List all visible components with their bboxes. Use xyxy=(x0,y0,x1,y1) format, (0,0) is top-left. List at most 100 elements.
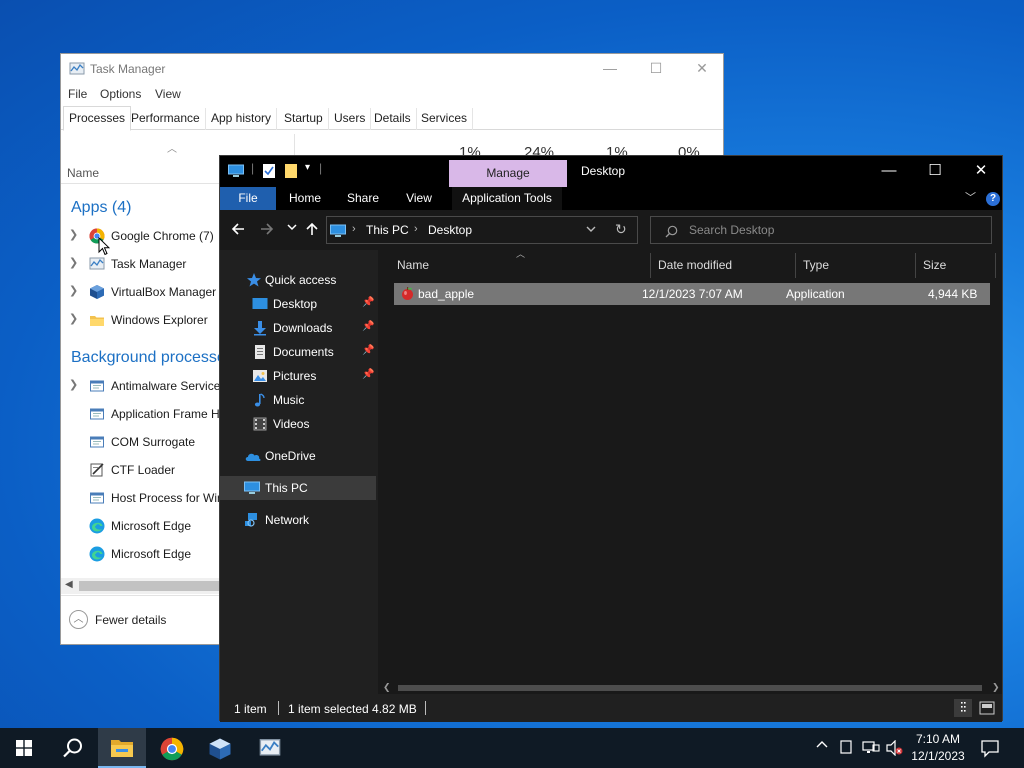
expand-chevron-icon[interactable]: ❯ xyxy=(69,284,78,297)
nav-desktop[interactable]: Desktop 📌 xyxy=(220,292,376,316)
process-row-ctf-loader[interactable]: CTF Loader xyxy=(61,457,221,485)
close-button[interactable]: ✕ xyxy=(679,54,725,84)
taskbar-task-manager[interactable] xyxy=(246,728,294,768)
breadcrumb-separator-icon[interactable]: › xyxy=(352,223,356,235)
ribbon-tab-home[interactable]: Home xyxy=(282,187,328,210)
show-hidden-icons-chevron-icon[interactable] xyxy=(816,739,828,754)
notifications-icon[interactable] xyxy=(980,738,1000,761)
nav-onedrive[interactable]: OneDrive xyxy=(220,444,376,468)
expand-chevron-icon[interactable]: ❯ xyxy=(69,228,78,241)
process-row-edge[interactable]: Microsoft Edge xyxy=(61,541,221,569)
ribbon-tab-file[interactable]: File xyxy=(220,187,276,210)
process-row-windows-explorer[interactable]: ❯ Windows Explorer xyxy=(61,307,221,335)
tab-details[interactable]: Details xyxy=(369,108,417,130)
ribbon-tab-share[interactable]: Share xyxy=(338,187,388,210)
horizontal-scrollbar[interactable]: ❮ ❯ xyxy=(378,682,1002,694)
breadcrumb-separator-icon[interactable]: › xyxy=(414,223,418,235)
qat-dropdown-icon[interactable]: ▾ xyxy=(305,162,310,173)
expand-chevron-icon[interactable]: ❯ xyxy=(69,256,78,269)
process-row-chrome[interactable]: ❯ Google Chrome (7) xyxy=(61,223,221,251)
nav-downloads[interactable]: Downloads 📌 xyxy=(220,316,376,340)
chevron-down-icon[interactable]: ﹀ xyxy=(965,189,976,205)
taskbar-chrome[interactable] xyxy=(148,728,196,768)
scroll-left-arrow-icon[interactable]: ❮ xyxy=(383,682,391,693)
taskbar-virtualbox[interactable] xyxy=(196,728,244,768)
breadcrumb-this-pc[interactable]: This PC xyxy=(366,223,409,237)
clock-date[interactable]: 12/1/2023 xyxy=(908,749,968,763)
maximize-button[interactable]: ☐ xyxy=(633,54,679,84)
scroll-thumb[interactable] xyxy=(79,581,221,591)
process-row-edge[interactable]: Microsoft Edge xyxy=(61,513,221,541)
scroll-thumb[interactable] xyxy=(398,685,982,691)
help-icon[interactable]: ? xyxy=(986,192,1000,206)
refresh-icon[interactable]: ↻ xyxy=(615,221,627,238)
ribbon-tab-application-tools[interactable]: Application Tools xyxy=(452,187,562,210)
nav-quick-access[interactable]: Quick access xyxy=(220,268,376,292)
address-bar[interactable]: › This PC › Desktop ↻ xyxy=(326,216,638,244)
close-button[interactable]: ✕ xyxy=(958,156,1004,187)
nav-network[interactable]: Network xyxy=(220,508,376,532)
column-header-type[interactable]: Type xyxy=(803,250,829,280)
new-folder-icon[interactable] xyxy=(284,163,298,179)
process-row-virtualbox[interactable]: ❯ VirtualBox Manager xyxy=(61,279,221,307)
file-explorer-window[interactable]: | ▾ | Manage Desktop — ☐ ✕ File Home Sha… xyxy=(219,155,1003,722)
tab-startup[interactable]: Startup xyxy=(279,108,329,130)
manage-context-tab[interactable]: Manage xyxy=(449,160,567,187)
ribbon-tab-view[interactable]: View xyxy=(396,187,442,210)
process-row-app-frame-host[interactable]: Application Frame Host xyxy=(61,401,236,429)
search-input[interactable] xyxy=(689,221,979,239)
address-dropdown-icon[interactable] xyxy=(586,223,596,235)
large-icons-view-icon[interactable] xyxy=(978,699,996,717)
column-header-name[interactable]: Name xyxy=(397,250,429,280)
nav-documents[interactable]: Documents 📌 xyxy=(220,340,376,364)
tab-performance[interactable]: Performance xyxy=(126,108,206,130)
recent-locations-chevron-icon[interactable] xyxy=(287,221,297,233)
minimize-button[interactable]: — xyxy=(587,54,633,84)
process-row-com-surrogate[interactable]: COM Surrogate xyxy=(61,429,221,457)
clock-time[interactable]: 7:10 AM xyxy=(912,732,964,746)
up-arrow-icon[interactable] xyxy=(305,220,319,238)
horizontal-scrollbar[interactable]: ◀ xyxy=(61,578,221,594)
breadcrumb-desktop[interactable]: Desktop xyxy=(428,223,472,237)
process-row-task-manager[interactable]: ❯ Task Manager xyxy=(61,251,221,279)
maximize-button[interactable]: ☐ xyxy=(912,156,958,187)
file-row-bad-apple[interactable]: bad_apple 12/1/2023 7:07 AM Application … xyxy=(394,283,990,305)
process-row-host-process[interactable]: Host Process for Windows Tasks xyxy=(61,485,286,513)
column-divider[interactable] xyxy=(795,253,796,278)
column-header-name[interactable]: Name xyxy=(67,166,99,180)
task-manager-titlebar[interactable]: Task Manager — ☐ ✕ xyxy=(61,54,723,84)
menu-view[interactable]: View xyxy=(155,87,181,101)
search-box[interactable] xyxy=(650,216,992,244)
details-view-icon[interactable] xyxy=(954,699,972,717)
explorer-titlebar[interactable]: | ▾ | Manage Desktop — ☐ ✕ xyxy=(220,156,1002,187)
expand-chevron-icon[interactable]: ❯ xyxy=(69,312,78,325)
column-divider[interactable] xyxy=(995,253,996,278)
properties-icon[interactable] xyxy=(262,163,276,179)
column-divider[interactable] xyxy=(915,253,916,278)
nav-this-pc[interactable]: This PC xyxy=(220,476,376,500)
tab-app-history[interactable]: App history xyxy=(206,108,278,130)
file-list[interactable]: Name ︿ Date modified Type Size bad_apple… xyxy=(378,249,1002,694)
scroll-right-arrow-icon[interactable]: ❯ xyxy=(992,682,1000,693)
forward-arrow-icon[interactable] xyxy=(260,220,274,238)
tab-processes[interactable]: Processes xyxy=(63,106,132,131)
taskbar-file-explorer[interactable] xyxy=(98,728,146,768)
volume-muted-icon[interactable] xyxy=(886,739,904,759)
scroll-left-arrow-icon[interactable]: ◀ xyxy=(65,579,73,590)
nav-music[interactable]: Music xyxy=(220,388,376,412)
column-header-date-modified[interactable]: Date modified xyxy=(658,250,732,280)
nav-videos[interactable]: Videos xyxy=(220,412,376,436)
expand-chevron-icon[interactable]: ❯ xyxy=(69,378,78,391)
nav-pictures[interactable]: Pictures 📌 xyxy=(220,364,376,388)
menu-options[interactable]: Options xyxy=(100,87,141,101)
process-row-antimalware[interactable]: ❯ Antimalware Service Executable xyxy=(61,373,283,401)
column-divider[interactable] xyxy=(650,253,651,278)
tab-services[interactable]: Services xyxy=(416,108,474,130)
tab-users[interactable]: Users xyxy=(329,108,372,130)
column-header-size[interactable]: Size xyxy=(923,250,946,280)
back-arrow-icon[interactable] xyxy=(231,220,245,238)
menu-file[interactable]: File xyxy=(68,87,87,101)
tablet-icon[interactable] xyxy=(840,740,852,757)
network-tray-icon[interactable] xyxy=(862,740,880,759)
start-button[interactable] xyxy=(0,728,48,768)
